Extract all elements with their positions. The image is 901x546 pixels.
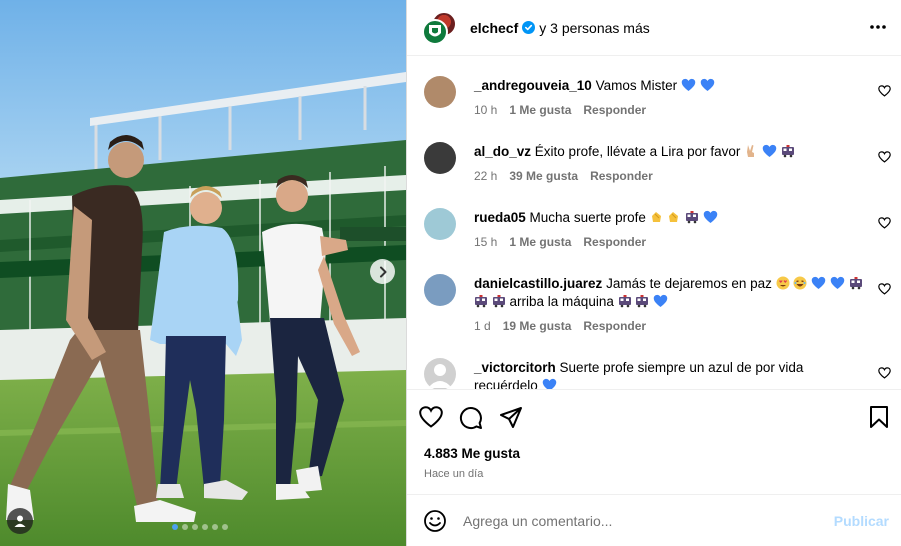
train-emoji-icon: [635, 294, 649, 309]
comment-emojis: [474, 294, 506, 309]
comment-likes[interactable]: 19 Me gusta: [503, 317, 572, 335]
clap-emoji-icon: [650, 210, 664, 225]
verified-badge-icon: [522, 21, 536, 34]
carousel-dot: [182, 524, 188, 530]
comment-likes[interactable]: 39 Me gusta: [509, 167, 578, 185]
comment-time[interactable]: 10 h: [474, 101, 497, 119]
clap-emoji-icon: [667, 210, 681, 225]
carousel-dot: [222, 524, 228, 530]
post-side-panel: elchecf y 3 personas más _andregouveia_1…: [406, 0, 901, 546]
instagram-post-modal: elchecf y 3 personas más _andregouveia_1…: [0, 0, 901, 546]
reply-button[interactable]: Responder: [583, 101, 646, 119]
blue-heart-emoji-icon: [830, 276, 845, 291]
blue-heart-emoji-icon: [653, 294, 668, 309]
blue-heart-emoji-icon: [703, 210, 718, 225]
carousel-indicator: [172, 524, 228, 530]
train-emoji-icon: [849, 276, 863, 291]
train-emoji-icon: [618, 294, 632, 309]
like-heart-icon[interactable]: [419, 406, 443, 428]
train-emoji-icon: [492, 294, 506, 309]
comment-text: Éxito profe, llévate a Lira por favor: [534, 144, 741, 159]
reply-button[interactable]: Responder: [583, 317, 646, 335]
carousel-dot: [192, 524, 198, 530]
comment-emojis: [650, 210, 718, 225]
likes-count[interactable]: 4.883 Me gusta: [424, 446, 520, 461]
comment-bubble-icon[interactable]: [459, 406, 483, 430]
ellipsis-icon: [870, 25, 886, 29]
comment-text: recuérdelo: [474, 378, 538, 389]
post-photo[interactable]: [0, 0, 406, 546]
chevron-right-icon: [379, 266, 386, 277]
blue-heart-emoji-icon: [762, 144, 777, 159]
blue-heart-emoji-icon: [542, 378, 557, 389]
carousel-dot: [212, 524, 218, 530]
comment-username[interactable]: al_do_vz: [474, 144, 531, 159]
commenter-avatar[interactable]: [424, 274, 456, 306]
comment-text: Mucha suerte profe: [529, 210, 646, 225]
commenter-avatar[interactable]: [424, 142, 456, 174]
comment-username[interactable]: _victorcitorh: [474, 360, 556, 375]
comment-time[interactable]: 1 d: [474, 317, 491, 335]
train-emoji-icon: [685, 210, 699, 225]
victory-hand-emoji-icon: [744, 144, 758, 159]
more-options-button[interactable]: [869, 17, 887, 42]
like-comment-heart-icon[interactable]: [878, 367, 891, 379]
comment-time[interactable]: 15 h: [474, 233, 497, 251]
publish-button[interactable]: Publicar: [834, 513, 889, 529]
comment-emojis: [744, 144, 795, 159]
like-comment-heart-icon[interactable]: [878, 85, 891, 97]
post-header: elchecf y 3 personas más: [407, 0, 901, 56]
comment-username[interactable]: rueda05: [474, 210, 526, 225]
comment-text: Suerte profe siempre un azul de por vida: [559, 360, 804, 375]
heart-eyes-emoji-icon: [776, 276, 790, 291]
tagged-users-button[interactable]: [7, 508, 33, 534]
comment-username[interactable]: danielcastillo.juarez: [474, 276, 602, 291]
blue-heart-emoji-icon: [811, 276, 826, 291]
blue-heart-emoji-icon: [681, 78, 696, 93]
reply-button[interactable]: Responder: [590, 167, 653, 185]
comment-username[interactable]: _andregouveia_10: [474, 78, 592, 93]
train-emoji-icon: [474, 294, 488, 309]
carousel-dot: [172, 524, 178, 530]
carousel-dot: [202, 524, 208, 530]
comment-text: Vamos Mister: [595, 78, 678, 93]
user-tag-icon: [14, 515, 26, 527]
add-comment-bar: Agrega un comentario... Publicar: [407, 494, 901, 546]
like-comment-heart-icon[interactable]: [878, 217, 891, 229]
collab-avatars[interactable]: [421, 8, 461, 48]
comment-text: arriba la máquina: [509, 294, 614, 309]
comment-likes[interactable]: 1 Me gusta: [509, 101, 571, 119]
default-user-icon: [428, 364, 452, 388]
comment-emojis: [776, 276, 863, 291]
comment-likes[interactable]: 1 Me gusta: [509, 233, 571, 251]
elche-avatar: [422, 18, 448, 45]
comments-list[interactable]: _andregouveia_10 Vamos Mister 10 h 1 Me …: [407, 57, 901, 389]
default-avatar[interactable]: [424, 358, 456, 389]
save-bookmark-icon[interactable]: [869, 406, 889, 428]
comment-emojis: [542, 378, 557, 389]
share-paper-plane-icon[interactable]: [499, 406, 523, 430]
post-author-username[interactable]: elchecf: [470, 20, 518, 36]
reply-button[interactable]: Responder: [583, 233, 646, 251]
club-crest-icon: [429, 24, 441, 36]
comment-text: Jamás te dejaremos en paz: [606, 276, 772, 291]
like-comment-heart-icon[interactable]: [878, 283, 891, 295]
comment-emojis: [618, 294, 669, 309]
emoji-smiley-icon[interactable]: [423, 509, 447, 533]
commenter-avatar[interactable]: [424, 76, 456, 108]
blue-heart-emoji-icon: [700, 78, 715, 93]
laugh-emoji-icon: [793, 276, 807, 291]
carousel-next-button[interactable]: [370, 259, 395, 284]
comment-input[interactable]: Agrega un comentario...: [463, 513, 834, 529]
train-emoji-icon: [781, 144, 795, 159]
comment-time[interactable]: 22 h: [474, 167, 497, 185]
post-timestamp[interactable]: Hace un día: [424, 468, 483, 480]
stadium-photo-image: [0, 0, 406, 546]
collaborators-link[interactable]: y 3 personas más: [539, 20, 650, 36]
comment-emojis: [681, 78, 715, 93]
commenter-avatar[interactable]: [424, 208, 456, 240]
like-comment-heart-icon[interactable]: [878, 151, 891, 163]
post-actions: 4.883 Me gusta Hace un día: [407, 389, 901, 489]
